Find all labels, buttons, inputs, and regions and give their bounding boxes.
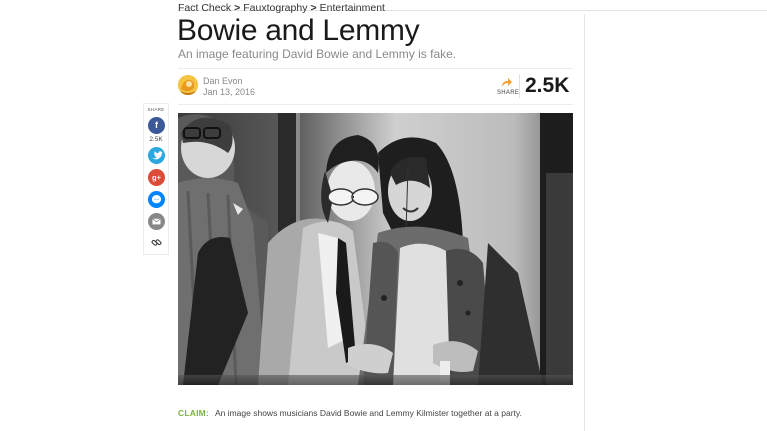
share-button[interactable] [495,74,519,100]
byline-divider-top [178,68,573,69]
copy-link-button[interactable] [148,234,165,251]
messenger-share-button[interactable] [148,191,165,208]
share-arrow-icon [502,78,512,87]
google-plus-share-button[interactable]: g+ [148,169,165,186]
breadcrumb-item-fauxtography[interactable]: Fauxtography [243,2,307,14]
email-icon [152,218,161,225]
share-divider [519,74,520,98]
article-photo [178,113,573,385]
facebook-icon: f [155,120,158,130]
social-bar-label: SHARE [147,107,165,112]
email-share-button[interactable] [148,213,165,230]
sidebar-divider [584,14,585,431]
breadcrumb: Fact Check > Fauxtography > Entertainment [178,2,385,14]
messenger-icon [151,195,162,204]
facebook-share-count: 2.5K [149,136,163,143]
facebook-share-button[interactable]: f [148,117,165,134]
link-icon [151,239,162,246]
twitter-share-button[interactable] [148,147,165,164]
social-share-bar: SHARE f 2.5K g+ [143,103,169,255]
black-and-white-photo [178,113,573,385]
avatar-illustration [178,75,198,95]
claim-label: CLAIM: [178,408,209,418]
twitter-icon [152,151,163,160]
author-avatar[interactable] [178,75,198,95]
breadcrumb-item-entertainment[interactable]: Entertainment [320,2,385,14]
share-label: SHARE [497,90,520,96]
breadcrumb-separator: > [234,2,241,14]
page-title: Bowie and Lemmy [177,14,420,47]
article-subtitle: An image featuring David Bowie and Lemmy… [178,47,457,61]
claim-text: An image shows musicians David Bowie and… [214,408,522,418]
breadcrumb-item-fact-check[interactable]: Fact Check [178,2,231,14]
publish-date: Jan 13, 2016 [203,87,256,97]
google-plus-icon: g+ [152,173,161,182]
claim-line: CLAIM: An image shows musicians David Bow… [178,408,522,418]
breadcrumb-separator: > [310,2,317,14]
share-count: 2.5K [525,74,570,97]
byline-divider-bottom [178,104,573,105]
author-name[interactable]: Dan Evon [203,76,243,86]
